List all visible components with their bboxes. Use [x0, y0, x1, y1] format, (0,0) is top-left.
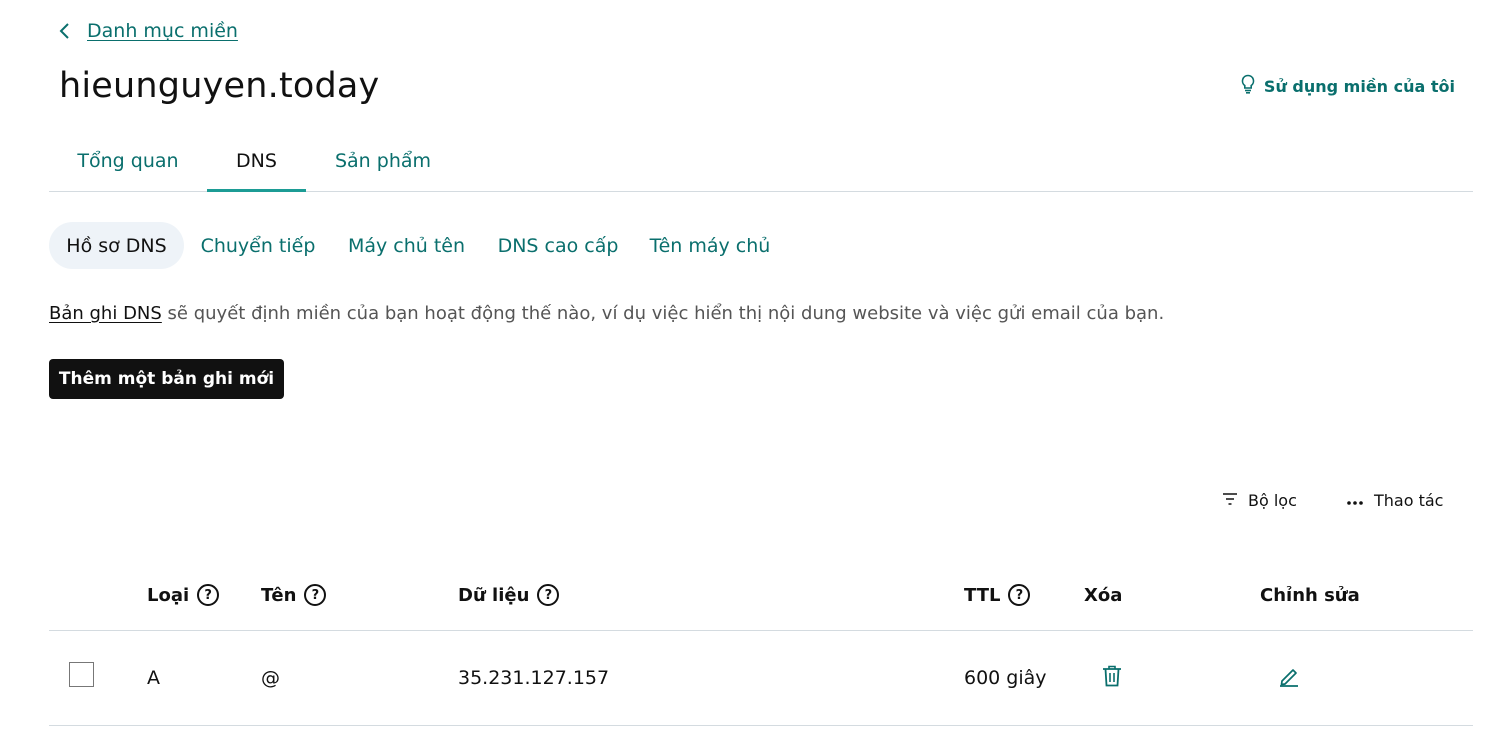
filter-button[interactable]: Bộ lọc [1222, 488, 1297, 512]
subtab-label: Máy chủ tên [347, 234, 466, 257]
use-my-domain-button[interactable]: Sử dụng miền của tôi [1240, 74, 1455, 98]
help-icon[interactable]: ? [537, 584, 560, 606]
dns-description: Bản ghi DNS sẽ quyết định miền của bạn h… [49, 303, 1164, 324]
column-label: Dữ liệu [458, 584, 530, 606]
column-header-ttl: TTL ? [964, 582, 1031, 608]
column-label: Chỉnh sửa [1260, 584, 1360, 606]
breadcrumb[interactable]: Danh mục miền [55, 18, 238, 44]
help-icon[interactable]: ? [304, 584, 327, 606]
help-icon[interactable]: ? [1008, 584, 1031, 606]
tab-label: Sản phẩm [334, 150, 432, 172]
tab-products[interactable]: Sản phẩm [325, 138, 441, 192]
cell-data: 35.231.127.157 [458, 667, 610, 689]
subtab-label: Chuyển tiếp [200, 234, 316, 257]
subtab-hostnames[interactable]: Tên máy chủ [647, 222, 773, 269]
actions-label: Thao tác [1374, 490, 1444, 510]
column-label: Tên [261, 584, 297, 606]
cell-ttl: 600 giây [964, 667, 1047, 689]
description-text: sẽ quyết định miền của bạn hoạt động thế… [161, 303, 1165, 324]
column-header-edit: Chỉnh sửa [1260, 582, 1360, 608]
pencil-icon [1278, 665, 1300, 691]
column-label: Loại [147, 584, 190, 606]
column-label: Xóa [1084, 584, 1123, 606]
column-header-name: Tên ? [261, 582, 327, 608]
more-horizontal-icon [1346, 491, 1364, 510]
cell-name: @ [261, 667, 280, 689]
tab-label: DNS [236, 150, 277, 172]
lightbulb-icon [1240, 74, 1256, 98]
subtab-nameservers[interactable]: Máy chủ tên [345, 222, 468, 269]
subtab-dns-records[interactable]: Hồ sơ DNS [49, 222, 184, 269]
column-label: TTL [964, 584, 1001, 606]
tab-overview[interactable]: Tổng quan [67, 138, 189, 192]
main-tabs: Tổng quan DNS Sản phẩm [49, 138, 1473, 192]
subtab-premium-dns[interactable]: DNS cao cấp [494, 222, 622, 269]
column-header-data: Dữ liệu ? [458, 582, 560, 608]
filter-icon [1222, 491, 1238, 510]
edit-button[interactable] [1276, 665, 1302, 691]
filter-label: Bộ lọc [1248, 490, 1297, 510]
column-header-type: Loại ? [147, 582, 220, 608]
row-checkbox[interactable] [69, 662, 94, 687]
subtab-label: Hồ sơ DNS [66, 234, 167, 257]
trash-icon [1102, 665, 1122, 691]
use-my-domain-label: Sử dụng miền của tôi [1263, 76, 1455, 96]
add-record-button[interactable]: Thêm một bản ghi mới [49, 359, 284, 399]
delete-button[interactable] [1099, 665, 1125, 691]
breadcrumb-link[interactable]: Danh mục miền [87, 20, 238, 42]
page-title: hieunguyen.today [59, 66, 380, 106]
subtab-label: DNS cao cấp [497, 234, 619, 257]
tab-dns[interactable]: DNS [207, 138, 306, 192]
tab-label: Tổng quan [77, 150, 179, 172]
actions-button[interactable]: Thao tác [1346, 488, 1443, 512]
cell-type: A [147, 667, 160, 689]
table-row-divider [49, 725, 1473, 726]
subtab-forwarding[interactable]: Chuyển tiếp [196, 222, 320, 269]
subtab-label: Tên máy chủ [649, 234, 771, 257]
help-icon[interactable]: ? [197, 584, 220, 606]
dns-records-link[interactable]: Bản ghi DNS [49, 303, 162, 324]
column-header-delete: Xóa [1084, 582, 1122, 608]
add-record-label: Thêm một bản ghi mới [58, 369, 275, 389]
table-header-divider [49, 630, 1473, 631]
chevron-left-icon [55, 19, 73, 43]
